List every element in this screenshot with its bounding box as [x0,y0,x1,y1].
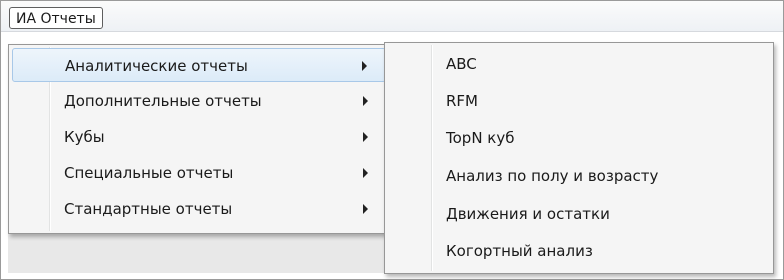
reports-dropdown-menu: Аналитические отчеты Дополнительные отче… [8,44,390,234]
submenu-item-label: TopN куб [446,129,515,147]
submenu-arrow-icon [363,96,368,106]
menu-item-label: Стандартные отчеты [64,200,233,218]
menu-item-analytical-reports[interactable]: Аналитические отчеты [12,48,386,82]
menu-item-label: Аналитические отчеты [65,57,248,75]
menu-item-label: Дополнительные отчеты [64,92,262,110]
menubar-item-reports[interactable]: ИА Отчеты [9,7,103,29]
screen: ИА Отчеты Аналитические отчеты Дополните… [0,0,784,280]
background-panel [8,232,388,273]
menubar: ИА Отчеты [1,1,783,32]
submenu-item-abc[interactable]: ABC [388,47,770,81]
analytical-reports-submenu: ABC RFM TopN куб Анализ по полу и возрас… [384,42,774,274]
menu-item-standard-reports[interactable]: Стандартные отчеты [12,192,386,226]
menu-item-additional-reports[interactable]: Дополнительные отчеты [12,84,386,118]
submenu-arrow-icon [363,168,368,178]
submenu-arrow-icon [362,61,367,71]
submenu-arrow-icon [363,132,368,142]
menu-item-cubes[interactable]: Кубы [12,120,386,154]
submenu-arrow-icon [363,204,368,214]
submenu-item-label: Анализ по полу и возрасту [446,167,659,185]
submenu-item-label: ABC [446,55,477,73]
submenu-item-label: Когортный анализ [446,242,593,260]
menu-item-label: Специальные отчеты [64,164,234,182]
submenu-item-topn-cube[interactable]: TopN куб [388,121,770,155]
submenu-item-movements-balances[interactable]: Движения и остатки [388,197,770,231]
menu-item-label: Кубы [64,128,105,146]
submenu-item-cohort-analysis[interactable]: Когортный анализ [388,234,770,268]
submenu-item-rfm[interactable]: RFM [388,84,770,118]
submenu-item-label: RFM [446,92,478,110]
submenu-item-label: Движения и остатки [446,205,610,223]
submenu-item-gender-age-analysis[interactable]: Анализ по полу и возрасту [388,159,770,193]
menu-item-special-reports[interactable]: Специальные отчеты [12,156,386,190]
